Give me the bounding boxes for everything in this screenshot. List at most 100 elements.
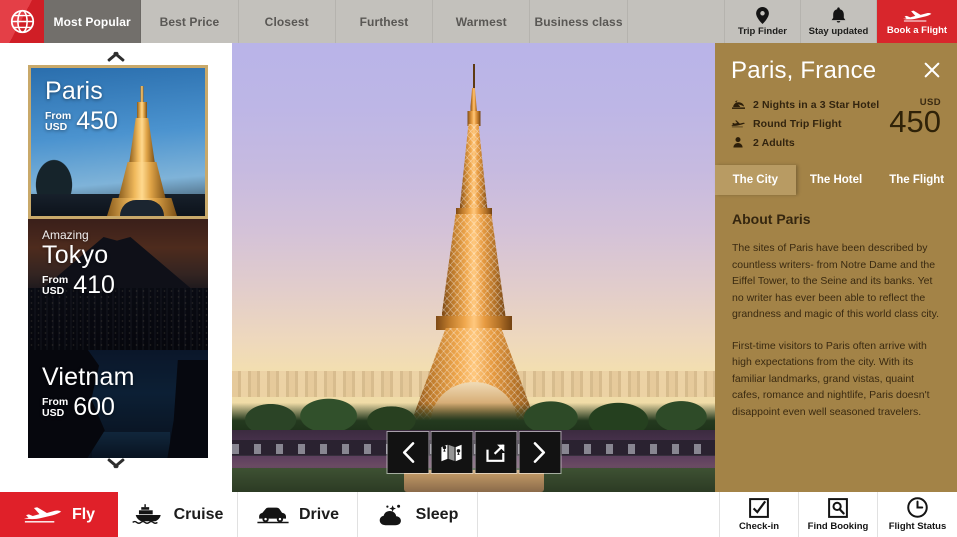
stay-updated-label: Stay updated [808,25,869,37]
card-subtitle: Amazing [42,228,89,242]
action-label: Find Booking [807,520,869,532]
price-block: USD 450 [889,95,941,152]
card-city: Tokyo [42,241,109,269]
bottom-nav-label: Sleep [415,505,459,523]
tab-label: Furthest [359,14,409,29]
tab-label: The Flight [889,174,945,186]
eiffel-tower-graphic [398,52,549,442]
tab-closest[interactable]: Closest [239,0,336,43]
next-image-button[interactable] [519,432,560,473]
panel-title: Paris, France [731,57,877,84]
hero-image-eiffel-tower [232,43,715,492]
destination-card-tokyo[interactable]: Amazing Tokyo From USD 410 [28,219,208,350]
card-price: 600 [73,393,115,421]
find-booking-button[interactable]: Find Booking [799,492,878,537]
tab-the-hotel[interactable]: The Hotel [796,165,877,195]
tab-furthest[interactable]: Furthest [336,0,434,43]
card-text: Amazing Tokyo From USD 410 [42,228,115,298]
book-a-flight-label: Book a Flight [886,24,948,36]
tab-business-class[interactable]: Business class [530,0,628,43]
action-label: Check-in [738,520,780,532]
tab-label: Business class [534,14,623,29]
bottom-nav-sleep[interactable]: Sleep [358,492,478,537]
destination-card-list: Paris From USD 450 Amazing Tokyo From US… [28,65,208,458]
location-pin-icon [756,6,769,24]
card-currency: USD [42,285,65,297]
airplane-icon [23,507,62,523]
bottom-nav-spacer [478,492,720,537]
clock-icon [907,497,928,518]
stay-updated-button[interactable]: Stay updated [801,0,877,43]
tab-label: Most Popular [53,14,131,29]
scroll-down-button[interactable] [0,458,232,480]
close-icon[interactable] [921,59,943,81]
card-currency: USD [45,121,68,133]
fountain [403,470,544,492]
card-city: Paris [45,77,103,105]
scroll-up-button[interactable] [0,43,232,65]
bell-icon [831,6,846,23]
tree-line [232,386,715,434]
tab-empty-slot [628,0,725,43]
destination-detail-panel: Paris, France 2 Nights in a 3 Star Hotel [715,43,957,492]
panel-tab-bar: The City The Hotel The Flight [715,165,957,195]
panel-header: Paris, France [715,43,957,85]
card-text: Vietnam From USD 600 [42,363,135,421]
bottom-nav-drive[interactable]: Drive [238,492,358,537]
search-box-icon [828,497,848,518]
ship-icon [131,504,161,524]
card-currency: USD [42,407,65,419]
person-icon [731,137,745,148]
fact-flight: Round Trip Flight [731,114,889,133]
about-paragraph-2: First-time visitors to Paris often arriv… [732,339,930,418]
bottom-nav-fly[interactable]: Fly [0,492,118,537]
bottom-nav-label: Fly [71,505,96,523]
airplane-icon [902,10,932,22]
hotel-bed-icon [731,99,745,110]
tab-most-popular[interactable]: Most Popular [44,0,142,43]
top-filter-bar: Most Popular Best Price Closest Furthest… [0,0,957,43]
tab-the-flight[interactable]: The Flight [876,165,957,195]
trip-finder-label: Trip Finder [737,25,788,37]
chevron-up-icon [105,48,127,60]
map-icon [441,444,462,462]
flight-status-button[interactable]: Flight Status [878,492,957,537]
bottom-nav-label: Cruise [173,505,224,523]
share-icon [486,443,505,462]
panel-summary: 2 Nights in a 3 Star Hotel Round Trip Fl… [715,85,957,152]
book-a-flight-button[interactable]: Book a Flight [876,0,957,43]
hero-controls [387,432,560,473]
brand-logo[interactable] [0,0,44,43]
tab-label: The City [732,174,779,186]
fact-label: Round Trip Flight [753,117,842,130]
map-button[interactable] [431,432,472,473]
tab-best-price[interactable]: Best Price [141,0,239,43]
fact-hotel: 2 Nights in a 3 Star Hotel [731,95,889,114]
car-icon [257,507,289,524]
app-root: Most Popular Best Price Closest Furthest… [0,0,957,537]
tab-warmest[interactable]: Warmest [433,0,531,43]
card-city: Vietnam [42,363,135,391]
tab-label: Best Price [159,14,220,29]
trip-finder-button[interactable]: Trip Finder [725,0,801,43]
panel-content: About Paris The sites of Paris have been… [715,195,957,420]
moon-cloud-icon [379,504,401,525]
globe-icon [10,9,34,34]
bottom-nav-cruise[interactable]: Cruise [118,492,238,537]
airplane-icon [731,119,745,128]
checkbox-check-icon [749,497,769,518]
check-in-button[interactable]: Check-in [720,492,799,537]
destination-card-paris[interactable]: Paris From USD 450 [28,65,208,219]
about-paragraph-1: The sites of Paris have been described b… [732,242,939,320]
tab-the-city[interactable]: The City [715,165,796,195]
previous-image-button[interactable] [387,432,428,473]
trip-facts: 2 Nights in a 3 Star Hotel Round Trip Fl… [731,95,889,152]
fact-label: 2 Nights in a 3 Star Hotel [753,98,880,111]
destination-sidebar: Paris From USD 450 Amazing Tokyo From US… [0,43,232,492]
destination-card-vietnam[interactable]: Vietnam From USD 600 [28,350,208,458]
fact-adults: 2 Adults [731,133,889,152]
card-text: Paris From USD 450 [45,77,118,134]
tab-label: Warmest [455,14,507,29]
share-button[interactable] [475,432,516,473]
bottom-nav-label: Drive [298,505,340,523]
